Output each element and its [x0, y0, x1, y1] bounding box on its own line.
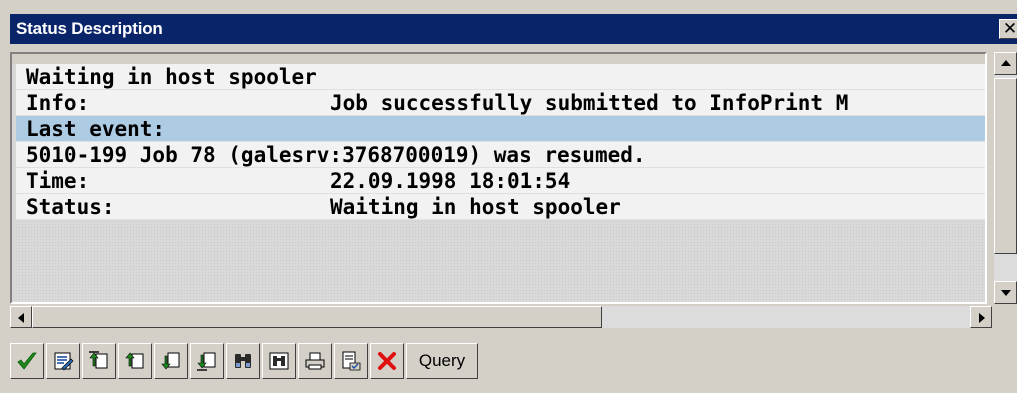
- attributes-button[interactable]: [334, 343, 368, 379]
- continue-button[interactable]: [10, 343, 44, 379]
- list-row-time[interactable]: Time: 22.09.1998 18:01:54: [16, 168, 985, 194]
- title-bar[interactable]: Status Description ✕: [10, 14, 1017, 44]
- cancel-button[interactable]: [370, 343, 404, 379]
- find-icon: [235, 354, 251, 368]
- scroll-up-button[interactable]: [994, 52, 1017, 75]
- status-list: Waiting in host spooler Info: Job succes…: [10, 52, 987, 304]
- cancel-icon: [378, 352, 396, 370]
- row-value: Waiting in host spooler: [330, 195, 621, 219]
- first-page-button[interactable]: [82, 343, 116, 379]
- arrow-left-icon: [18, 313, 24, 323]
- previous-page-icon: [125, 352, 144, 369]
- scroll-down-button[interactable]: [994, 281, 1017, 304]
- close-button[interactable]: ✕: [999, 19, 1017, 39]
- window-title: Status Description: [16, 19, 163, 38]
- arrow-down-icon: [1001, 290, 1011, 296]
- attributes-icon: [342, 351, 361, 371]
- list-row-event-message[interactable]: 5010-199 Job 78 (galesrv:3768700019) was…: [16, 142, 985, 168]
- scroll-right-button[interactable]: [970, 306, 992, 328]
- next-page-button[interactable]: [154, 343, 188, 379]
- scroll-left-button[interactable]: [10, 306, 32, 328]
- print-button[interactable]: [298, 343, 332, 379]
- arrow-right-icon: [979, 313, 985, 323]
- row-value: Job successfully submitted to InfoPrint …: [330, 91, 849, 115]
- row-label: 5010-199 Job 78 (galesrv:3768700019) was…: [26, 143, 646, 167]
- query-button[interactable]: Query: [406, 343, 478, 379]
- status-list-body: Waiting in host spooler Info: Job succes…: [12, 64, 985, 302]
- close-icon: ✕: [1002, 18, 1017, 39]
- horizontal-scroll-thumb[interactable]: [32, 306, 602, 328]
- list-row-status-header[interactable]: Waiting in host spooler: [16, 64, 985, 90]
- next-page-icon: [161, 352, 180, 370]
- row-value: 22.09.1998 18:01:54: [330, 169, 571, 193]
- row-label: Time:: [26, 169, 90, 193]
- row-label: Waiting in host spooler: [26, 65, 317, 89]
- list-row-info[interactable]: Info: Job successfully submitted to Info…: [16, 90, 985, 116]
- find-next-icon: [269, 352, 289, 370]
- edit-icon: [54, 352, 74, 371]
- horizontal-scrollbar[interactable]: [10, 306, 992, 328]
- toolbar: Query: [10, 340, 478, 382]
- first-page-icon: [89, 351, 108, 369]
- list-row-last-event[interactable]: Last event:: [16, 116, 985, 142]
- find-button[interactable]: [226, 343, 260, 379]
- last-page-button[interactable]: [190, 343, 224, 379]
- find-next-button[interactable]: [262, 343, 296, 379]
- row-label: Last event:: [26, 117, 166, 141]
- list-row-status[interactable]: Status: Waiting in host spooler: [16, 194, 985, 220]
- vertical-scrollbar[interactable]: [994, 52, 1017, 304]
- arrow-up-icon: [1001, 60, 1011, 66]
- vertical-scroll-thumb[interactable]: [994, 78, 1017, 254]
- last-page-icon: [197, 352, 216, 371]
- row-label: Info:: [26, 91, 90, 115]
- edit-button[interactable]: [46, 343, 80, 379]
- check-icon: [17, 352, 37, 370]
- print-icon: [305, 352, 325, 370]
- previous-page-button[interactable]: [118, 343, 152, 379]
- row-label: Status:: [26, 195, 115, 219]
